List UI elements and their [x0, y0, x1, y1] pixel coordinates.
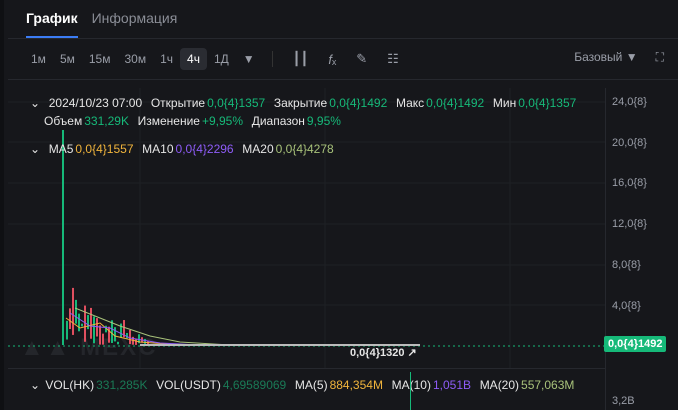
timeframe-1h[interactable]: 1ч: [153, 48, 180, 70]
volume-axis-tick: 3,2B: [612, 395, 635, 407]
separator: [271, 51, 273, 67]
chart-type-dropdown[interactable]: Базовый ▼: [574, 50, 637, 65]
divider: [8, 79, 678, 80]
high-value: 0,0{4}1492: [426, 96, 485, 110]
open-value: 0,0{4}1357: [207, 96, 266, 110]
vol-ma5-value: 884,354M: [329, 378, 383, 392]
price-axis-tick: 24,0{8}: [612, 96, 647, 108]
ma10-value: 0,0{4}2296: [175, 142, 234, 156]
candle: [108, 326, 110, 343]
ma5-label: MA5: [48, 142, 74, 156]
volume-bar: [410, 372, 411, 410]
candle: [111, 320, 113, 343]
vol-ma20-label: MA(20): [479, 378, 520, 392]
ohlc-legend-row2: Объем 331,29K Изменение +9,95% Диапазон 9,9…: [44, 114, 343, 128]
pencil-draw-icon[interactable]: ✎: [356, 51, 367, 67]
candle: [72, 287, 74, 335]
price-axis-tick: 4,0{8}: [612, 299, 641, 312]
tab-bar: График Информация: [26, 10, 177, 38]
ohlc-legend: ⌄ 2024/10/23 07:00 Открытие 0,0{4}1357 За…: [30, 96, 578, 110]
price-axis-tick: 12,0{8}: [612, 218, 647, 231]
current-price-badge: 0,0{4}1492: [604, 336, 667, 352]
timeframe-15m[interactable]: 15м: [82, 48, 118, 70]
indicator-fx-icon[interactable]: fₓ: [328, 52, 336, 67]
price-axis-tick: 8,0{8}: [612, 258, 641, 271]
price-axis-tick: 16,0{8}: [612, 177, 647, 190]
close-value: 0,0{4}1492: [329, 96, 388, 110]
vol-hk-label: VOL(HK): [45, 378, 95, 392]
vol-ma20-value: 557,063M: [521, 378, 575, 392]
tab-chart[interactable]: График: [26, 10, 78, 38]
collapse-chevron-icon[interactable]: ⌄: [30, 142, 40, 156]
timeframe-5m[interactable]: 5м: [53, 48, 82, 70]
range-label: Диапазон: [251, 114, 305, 128]
open-label: Открытие: [150, 96, 206, 110]
candlestick-icon[interactable]: ┃┃: [293, 51, 309, 67]
candle: [66, 320, 68, 340]
candle: [75, 299, 77, 324]
candle: [90, 307, 92, 339]
divider: [8, 38, 678, 39]
candle: [114, 327, 116, 342]
ma5-line: [65, 317, 240, 346]
change-label: Изменение: [137, 114, 200, 128]
chart-type-label: Базовый: [574, 50, 623, 64]
candle: [102, 333, 104, 345]
timeframe-1m[interactable]: 1м: [24, 48, 53, 70]
candle: [62, 130, 64, 345]
range-value: 9,95%: [306, 114, 341, 128]
candle: [117, 341, 119, 345]
min-price-label: 0,0{4}1320: [350, 347, 405, 359]
candle: [96, 318, 98, 337]
ma10-label: MA10: [142, 142, 174, 156]
ma5-value: 0,0{4}1557: [75, 142, 134, 156]
ma20-value: 0,0{4}4278: [275, 142, 334, 156]
candle: [78, 313, 80, 332]
collapse-chevron-icon[interactable]: ⌄: [30, 96, 40, 110]
high-label: Макс: [395, 96, 425, 110]
price-axis-tick: 20,0{8}: [612, 136, 647, 149]
volume-label: Объем: [44, 114, 83, 128]
layout-list-icon[interactable]: ☷: [387, 51, 399, 67]
tab-info[interactable]: Информация: [92, 10, 178, 38]
change-value: +9,95%: [201, 114, 244, 128]
timeframe-30m[interactable]: 30м: [117, 48, 153, 70]
candle: [87, 315, 89, 330]
candle: [129, 329, 131, 344]
timeframe-more-dropdown-icon[interactable]: ▼: [236, 48, 262, 70]
candle: [81, 323, 83, 327]
candle: [69, 308, 71, 330]
fullscreen-icon[interactable]: ⛶: [656, 50, 664, 65]
vol-usdt-label: VOL(USDT): [156, 378, 221, 392]
low-value: 0,0{4}1357: [518, 96, 577, 110]
price-chart[interactable]: [0, 88, 605, 410]
pane-divider: [8, 368, 605, 369]
price-axis: [605, 88, 606, 410]
candle-date: 2024/10/23 07:00: [48, 96, 143, 110]
timeframe-4h[interactable]: 4ч: [180, 48, 207, 70]
low-label: Мин: [492, 96, 517, 110]
candle: [93, 316, 95, 344]
ma20-label: MA20: [242, 142, 274, 156]
timeframe-1d[interactable]: 1Д: [207, 48, 236, 70]
min-price-marker: 0,0{4}1320 ↗: [350, 347, 417, 359]
vol-usdt-value: 4,69589069: [222, 378, 287, 392]
vol-ma5-label: MA(5): [294, 378, 328, 392]
close-label: Закрытие: [273, 96, 328, 110]
vol-ma10-value: 1,051B: [432, 378, 472, 392]
vol-ma10-label: MA(10): [391, 378, 431, 392]
volume-legend: ⌄ VOL(HK) 331,285K VOL(USDT) 4,69589069 MA…: [30, 378, 576, 392]
candle: [99, 325, 101, 345]
candle: [135, 339, 137, 345]
vol-hk-value: 331,285K: [96, 378, 148, 392]
volume-value: 331,29K: [84, 114, 129, 128]
ma-legend: ⌄ MA5 0,0{4}1557 MA10 0,0{4}2296 MA20 0,0{4…: [30, 142, 336, 156]
collapse-chevron-icon[interactable]: ⌄: [30, 378, 40, 392]
candle: [144, 338, 146, 344]
